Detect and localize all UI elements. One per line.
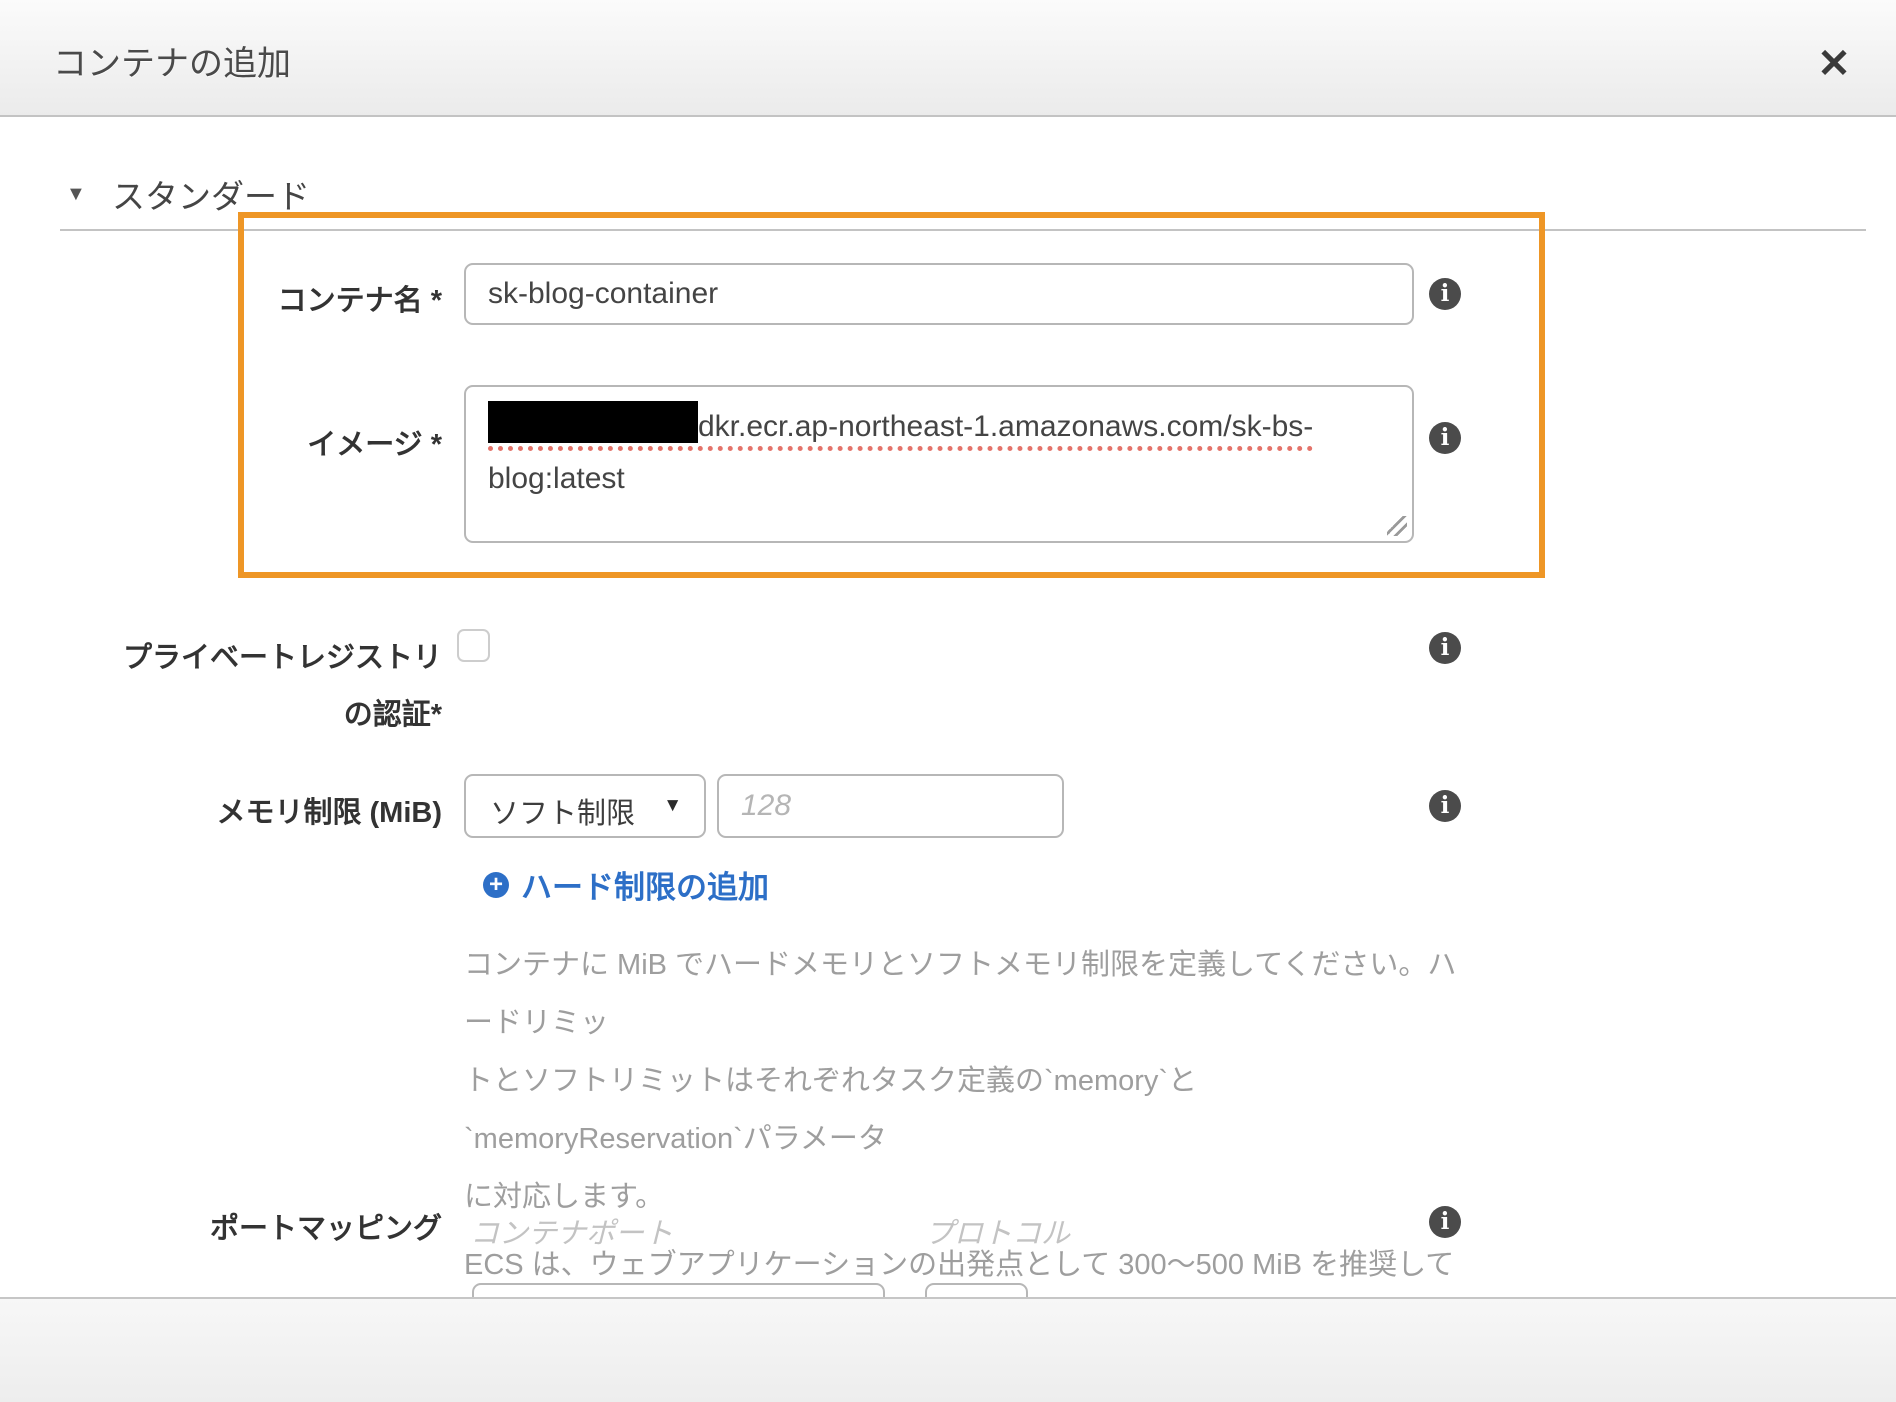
close-icon[interactable]: ✕ — [1804, 34, 1864, 94]
image-textarea[interactable]: dkr.ecr.ap-northeast-1.amazonaws.com/sk-… — [464, 385, 1414, 543]
memory-limit-label: メモリ制限 (MiB) — [216, 789, 442, 831]
add-container-modal: { "modal": { "title": "コンテナの追加" }, "icon… — [0, 0, 1896, 1400]
image-value-line1-wrap: dkr.ecr.ap-northeast-1.amazonaws.com/sk-… — [488, 410, 1313, 451]
private-registry-checkbox[interactable] — [457, 629, 490, 662]
private-registry-label-line2: の認証* — [344, 691, 442, 733]
image-value-line1: dkr.ecr.ap-northeast-1.amazonaws.com/sk-… — [698, 410, 1313, 443]
info-icon[interactable]: i — [1429, 1206, 1461, 1238]
image-label: イメージ * — [307, 421, 442, 463]
memory-limit-value-input[interactable] — [717, 774, 1064, 838]
chevron-down-icon: ▼ — [663, 795, 682, 817]
container-name-label: コンテナ名 * — [278, 277, 442, 319]
info-icon[interactable]: i — [1429, 422, 1461, 454]
info-icon[interactable]: i — [1429, 632, 1461, 664]
info-icon[interactable]: i — [1429, 278, 1461, 310]
plus-icon: + — [483, 872, 509, 898]
memory-limit-type-select[interactable]: ソフト制限 ▼ — [464, 774, 706, 838]
info-icon[interactable]: i — [1429, 790, 1461, 822]
container-name-input[interactable] — [464, 263, 1414, 325]
redaction-box — [488, 401, 698, 443]
modal-title: コンテナの追加 — [53, 36, 291, 85]
port-mappings-label: ポートマッピング — [210, 1205, 442, 1247]
add-hard-limit-label: ハード制限の追加 — [521, 862, 769, 907]
private-registry-label-line1: プライベートレジストリ — [123, 634, 442, 676]
memory-limit-type-value: ソフト制限 — [490, 790, 635, 832]
resize-handle[interactable] — [1387, 516, 1407, 536]
help-line: コンテナに MiB でハードメモリとソフトメモリ制限を定義してください。ハードリ… — [464, 936, 1474, 1052]
modal-footer — [0, 1297, 1896, 1402]
section-divider — [60, 229, 1866, 231]
modal-header: コンテナの追加 ✕ — [0, 0, 1896, 117]
help-line: トとソフトリミットはそれぞれタスク定義の`memory`と`memoryRese… — [464, 1052, 1474, 1168]
section-title-standard[interactable]: スタンダード — [112, 170, 310, 218]
container-port-column-header: コンテナポート — [470, 1210, 673, 1252]
chevron-down-icon[interactable]: ▼ — [66, 183, 86, 206]
image-value-line2: blog:latest — [488, 453, 1390, 505]
protocol-column-header: プロトコル — [925, 1210, 1070, 1252]
add-hard-limit-link[interactable]: + ハード制限の追加 — [483, 862, 769, 907]
